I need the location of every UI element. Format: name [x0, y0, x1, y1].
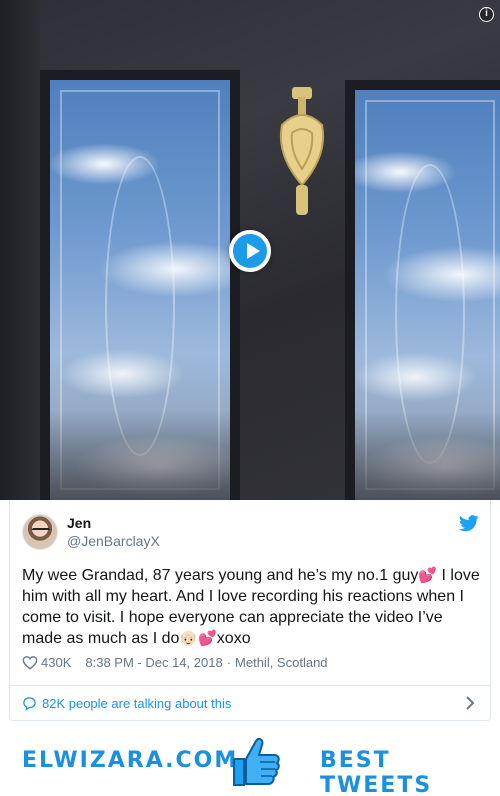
tweet-text: My wee Grandad, 87 years young and he’s …: [22, 565, 482, 649]
tweet-text-part1: My wee Grandad, 87 years young and he’s …: [22, 567, 419, 584]
tagline: BEST TWEETS: [320, 748, 433, 796]
thumbs-up-icon: [233, 737, 280, 786]
door-knocker: [279, 87, 325, 215]
meta-separator: ·: [226, 655, 232, 670]
door-frame: [0, 0, 40, 500]
chevron-right-icon: [466, 696, 475, 710]
speech-bubble-icon: [23, 697, 36, 711]
door-glass-left: [40, 70, 240, 500]
like-count[interactable]: 430K: [41, 655, 71, 670]
tweet-timestamp[interactable]: 8:38 PM - Dec 14, 2018: [85, 655, 222, 670]
old-man-icon: 👴🏻: [179, 629, 199, 647]
two-hearts-icon-2: 💕: [198, 629, 217, 647]
tweet-card: Jen @JenBarclayX My wee Grandad, 87 year…: [9, 500, 491, 721]
info-icon[interactable]: i: [479, 7, 494, 22]
door-glass-right: [345, 80, 500, 500]
tweet-text-part3: xoxo: [216, 630, 251, 647]
heart-icon[interactable]: [22, 655, 38, 670]
brand-name: ELWIZARA.COM: [22, 748, 239, 773]
video-player[interactable]: i: [0, 0, 500, 500]
tweet-meta: 430K 8:38 PM - Dec 14, 2018 · Methil, Sc…: [22, 655, 328, 670]
play-icon[interactable]: [229, 230, 271, 272]
brand-banner: ELWIZARA.COM BEST TWEETS: [0, 721, 500, 796]
avatar[interactable]: [22, 514, 58, 550]
author-handle[interactable]: @JenBarclayX: [67, 533, 160, 549]
tweet-location[interactable]: Methil, Scotland: [235, 655, 328, 670]
two-hearts-icon: 💕: [418, 566, 438, 584]
conversation-link[interactable]: 82K people are talking about this: [10, 686, 490, 721]
conversation-label: 82K people are talking about this: [42, 696, 232, 711]
twitter-bird-icon[interactable]: [459, 515, 479, 532]
author-name[interactable]: Jen: [67, 515, 91, 531]
